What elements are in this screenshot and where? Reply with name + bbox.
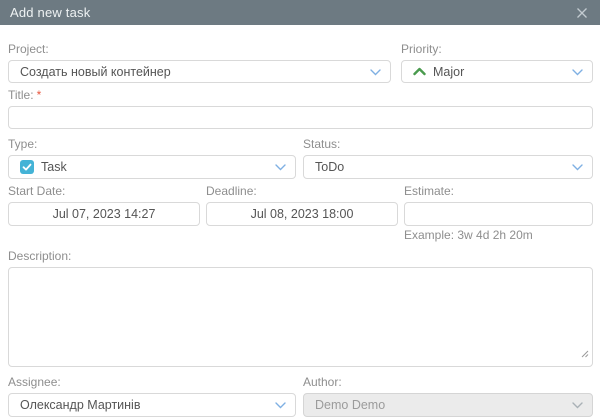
- modal-header: Add new task: [0, 0, 600, 25]
- deadline-input[interactable]: Jul 08, 2023 18:00: [206, 202, 398, 226]
- chevron-down-icon: [370, 65, 381, 79]
- chevron-down-icon: [275, 160, 286, 174]
- assignee-select[interactable]: Олександр Мартинів: [8, 393, 296, 417]
- close-icon[interactable]: [575, 6, 589, 20]
- author-select: Demo Demo: [303, 393, 593, 417]
- priority-major-icon: [413, 67, 426, 76]
- deadline-value: Jul 08, 2023 18:00: [250, 207, 354, 221]
- type-select[interactable]: Task: [8, 155, 296, 179]
- description-label: Description:: [8, 249, 72, 263]
- chevron-down-icon: [572, 398, 583, 412]
- start-date-input[interactable]: Jul 07, 2023 14:27: [8, 202, 200, 226]
- author-value: Demo Demo: [315, 398, 386, 412]
- deadline-label: Deadline:: [206, 184, 257, 198]
- assignee-label: Assignee:: [8, 375, 61, 389]
- assignee-value: Олександр Мартинів: [20, 398, 141, 412]
- description-textarea[interactable]: [8, 267, 593, 367]
- estimate-hint: Example: 3w 4d 2h 20m: [404, 228, 533, 242]
- chevron-down-icon: [275, 398, 286, 412]
- title-label: Title: *: [8, 88, 42, 102]
- modal-body: Project: Создать новый контейнер Priorit…: [0, 42, 600, 417]
- project-select[interactable]: Создать новый контейнер: [8, 60, 391, 83]
- chevron-down-icon: [572, 65, 583, 79]
- type-label: Type:: [8, 137, 38, 151]
- priority-label: Priority:: [401, 42, 442, 56]
- start-date-label: Start Date:: [8, 184, 66, 198]
- chevron-down-icon: [572, 160, 583, 174]
- priority-value: Major: [433, 64, 465, 79]
- estimate-input[interactable]: [404, 202, 593, 226]
- task-type-icon: [20, 160, 34, 174]
- required-asterisk: *: [36, 88, 42, 102]
- estimate-label: Estimate:: [404, 184, 455, 198]
- project-value: Создать новый контейнер: [20, 64, 171, 79]
- author-label: Author:: [303, 375, 342, 389]
- type-value: Task: [41, 160, 67, 174]
- title-input[interactable]: [8, 106, 593, 129]
- resize-grip-icon[interactable]: [581, 345, 589, 363]
- status-label: Status:: [303, 137, 341, 151]
- project-label: Project:: [8, 42, 49, 56]
- start-date-value: Jul 07, 2023 14:27: [52, 207, 156, 221]
- modal-title: Add new task: [10, 5, 91, 20]
- status-value: ToDo: [315, 160, 345, 174]
- priority-select[interactable]: Major: [401, 60, 593, 83]
- status-select[interactable]: ToDo: [303, 155, 593, 179]
